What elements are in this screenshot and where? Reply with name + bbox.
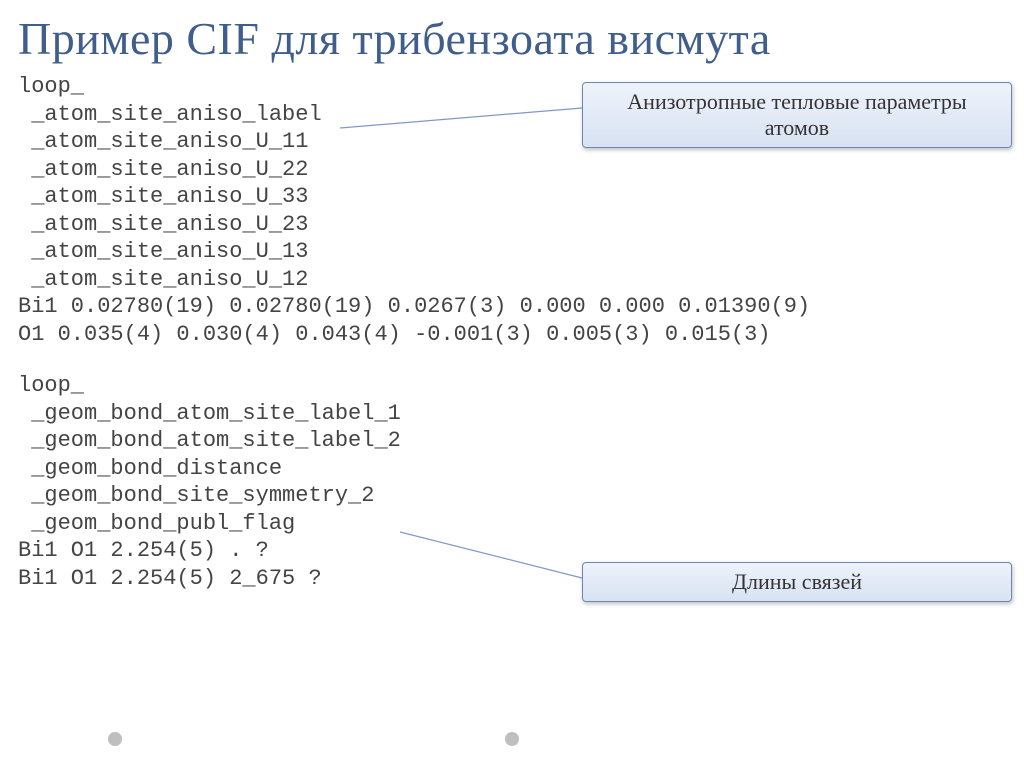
cif-block-bonds: loop_ _geom_bond_atom_site_label_1 _geom… [0, 372, 1024, 592]
nav-dot-center [505, 732, 519, 746]
nav-dot-left [108, 732, 122, 746]
callout-aniso: Анизотропные тепловые параметры атомов [582, 82, 1012, 148]
slide-title: Пример CIF для трибензоата висмута [0, 0, 1024, 73]
callout-bonds: Длины связей [582, 562, 1012, 602]
